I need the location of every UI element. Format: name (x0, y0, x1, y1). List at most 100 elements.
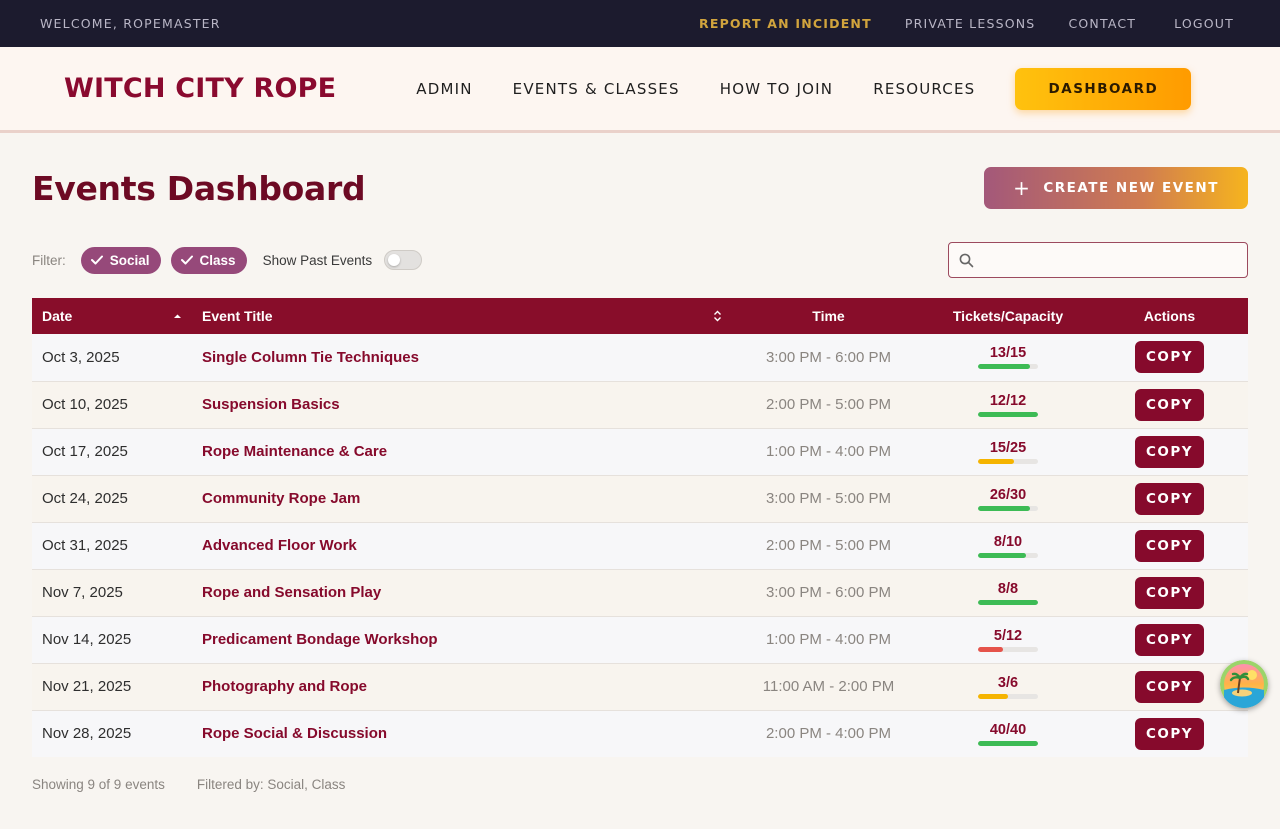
search-icon (959, 253, 974, 267)
capacity-bar-fill (978, 646, 1004, 652)
table-row: Nov 14, 2025 Predicament Bondage Workshop… (32, 616, 1248, 664)
copy-event-button[interactable]: COPY (1135, 623, 1204, 656)
event-time: 1:00 PM - 4:00 PM (732, 616, 925, 664)
filter-bar: Filter: Social Class Show Past Events (32, 242, 1248, 278)
copy-event-button[interactable]: COPY (1135, 576, 1204, 609)
actions-cell: COPY (1091, 475, 1248, 523)
copy-event-button[interactable]: COPY (1135, 388, 1204, 421)
event-time: 2:00 PM - 5:00 PM (732, 522, 925, 570)
capacity-bar-fill (978, 364, 1031, 370)
logout-link[interactable]: LOGOUT (1174, 16, 1234, 31)
event-time: 11:00 AM - 2:00 PM (732, 663, 925, 711)
column-header-title[interactable]: Event Title (192, 298, 732, 334)
event-date: Oct 24, 2025 (32, 475, 192, 523)
event-time: 3:00 PM - 5:00 PM (732, 475, 925, 523)
event-date: Oct 31, 2025 (32, 522, 192, 570)
capacity-bar (978, 599, 1038, 605)
nav-events-classes[interactable]: EVENTS & CLASSES (513, 80, 680, 98)
tickets-count: 8/10 (993, 533, 1023, 550)
show-past-events-toggle[interactable] (384, 250, 423, 270)
event-title-link[interactable]: Rope Maintenance & Care (192, 428, 732, 476)
event-date: Oct 10, 2025 (32, 381, 192, 429)
contact-link[interactable]: CONTACT (1068, 16, 1136, 31)
event-date: Nov 7, 2025 (32, 569, 192, 617)
event-title-link[interactable]: Rope Social & Discussion (192, 710, 732, 757)
capacity-bar (978, 364, 1038, 370)
filter-label: Filter: (32, 252, 66, 268)
report-incident-link[interactable]: REPORT AN INCIDENT (699, 16, 872, 31)
capacity-bar-fill (978, 458, 1014, 464)
event-title-link[interactable]: Predicament Bondage Workshop (192, 616, 732, 664)
actions-cell: COPY (1091, 334, 1248, 382)
event-date: Nov 21, 2025 (32, 663, 192, 711)
copy-event-button[interactable]: COPY (1135, 717, 1204, 750)
event-date: Nov 14, 2025 (32, 616, 192, 664)
nav-admin[interactable]: ADMIN (416, 80, 472, 98)
event-time: 3:00 PM - 6:00 PM (732, 569, 925, 617)
create-new-event-button[interactable]: + CREATE NEW EVENT (984, 167, 1248, 209)
event-time: 3:00 PM - 6:00 PM (732, 334, 925, 382)
tickets-capacity-cell: 3/6 (925, 663, 1091, 711)
welcome-text: WELCOME, ROPEMASTER (40, 16, 221, 31)
sort-ascending-icon (174, 314, 181, 318)
event-title-link[interactable]: Community Rope Jam (192, 475, 732, 523)
event-title-link[interactable]: Advanced Floor Work (192, 522, 732, 570)
capacity-bar (978, 552, 1038, 558)
actions-cell: COPY (1091, 710, 1248, 757)
table-footer: Showing 9 of 9 events Filtered by: Socia… (32, 777, 345, 792)
capacity-bar (978, 646, 1038, 652)
filter-chip-class[interactable]: Class (170, 246, 247, 274)
dashboard-button[interactable]: DASHBOARD (1015, 67, 1192, 110)
tickets-capacity-cell: 8/10 (925, 522, 1091, 570)
tickets-count: 8/8 (997, 580, 1019, 597)
table-row: Oct 17, 2025 Rope Maintenance & Care 1:00 … (32, 428, 1248, 476)
chip-label: Class (199, 252, 236, 268)
column-header-actions: Actions (1091, 298, 1248, 334)
filter-chip-social[interactable]: Social (80, 246, 161, 274)
table-row: Oct 3, 2025 Single Column Tie Techniques 3… (32, 334, 1248, 382)
tickets-count: 13/15 (989, 345, 1027, 362)
tickets-capacity-cell: 5/12 (925, 616, 1091, 664)
showing-count: Showing 9 of 9 events (32, 777, 165, 792)
plus-icon: + (1013, 176, 1032, 200)
site-logo[interactable]: WITCH CITY ROPE (64, 73, 336, 104)
event-title-link[interactable]: Rope and Sensation Play (192, 569, 732, 617)
capacity-bar (978, 458, 1038, 464)
capacity-bar (978, 505, 1038, 511)
actions-cell: COPY (1091, 522, 1248, 570)
copy-event-button[interactable]: COPY (1135, 341, 1204, 374)
copy-event-button[interactable]: COPY (1135, 670, 1204, 703)
filtered-by-text: Filtered by: Social, Class (196, 777, 346, 792)
search-input[interactable] (982, 252, 1232, 268)
capacity-bar-fill (978, 505, 1031, 511)
capacity-bar-fill (978, 693, 1008, 699)
capacity-bar-fill (978, 599, 1038, 605)
copy-event-button[interactable]: COPY (1135, 435, 1204, 468)
column-header-date[interactable]: Date (32, 298, 192, 334)
copy-event-button[interactable]: COPY (1135, 482, 1204, 515)
tickets-count: 15/25 (989, 439, 1027, 456)
nav-resources[interactable]: RESOURCES (873, 80, 975, 98)
column-header-time: Time (732, 298, 925, 334)
event-title-link[interactable]: Single Column Tie Techniques (192, 334, 732, 382)
chip-label: Social (109, 252, 150, 268)
search-box[interactable] (948, 242, 1248, 278)
tickets-capacity-cell: 12/12 (925, 381, 1091, 429)
main-header: WITCH CITY ROPE ADMIN EVENTS & CLASSES H… (0, 47, 1280, 133)
column-header-tickets: Tickets/Capacity (925, 298, 1091, 334)
checkmark-icon (90, 255, 103, 265)
private-lessons-link[interactable]: PRIVATE LESSONS (905, 16, 1036, 31)
event-title-link[interactable]: Photography and Rope (192, 663, 732, 711)
event-time: 1:00 PM - 4:00 PM (732, 428, 925, 476)
tickets-capacity-cell: 8/8 (925, 569, 1091, 617)
tickets-count: 40/40 (989, 721, 1027, 738)
event-title-link[interactable]: Suspension Basics (192, 381, 732, 429)
page-heading-row: Events Dashboard + CREATE NEW EVENT (32, 167, 1248, 209)
table-row: Nov 28, 2025 Rope Social & Discussion 2:00… (32, 710, 1248, 757)
nav-how-to-join[interactable]: HOW TO JOIN (720, 80, 834, 98)
copy-event-button[interactable]: COPY (1135, 529, 1204, 562)
table-row: Nov 21, 2025 Photography and Rope 11:00 AM… (32, 663, 1248, 711)
events-table: Date Event Title Time Tickets/Capacity A… (32, 298, 1248, 757)
sort-toggle-icon (714, 310, 721, 322)
beach-avatar-icon[interactable] (1220, 660, 1268, 708)
